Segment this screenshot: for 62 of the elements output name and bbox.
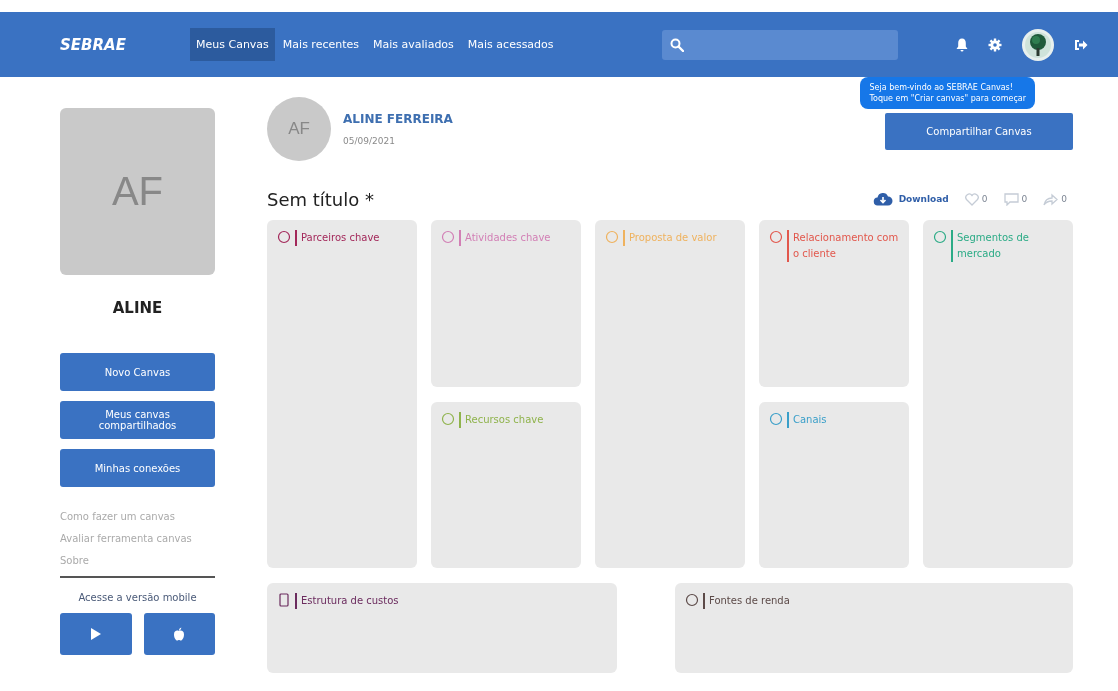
block-icon [685, 593, 699, 607]
block-icon [933, 230, 947, 244]
sidebar-button[interactable]: Novo Canvas [60, 353, 215, 391]
block-title: Atividades chave [465, 231, 551, 245]
like-button[interactable]: 0 [964, 192, 988, 206]
settings-icon[interactable] [988, 37, 1002, 52]
comment-button[interactable]: 0 [1003, 192, 1028, 206]
block-title: Relacionamento com o cliente [793, 231, 899, 261]
bell-icon[interactable] [956, 37, 968, 52]
search-icon [670, 37, 684, 52]
block-title: Fontes de renda [709, 594, 790, 608]
nav-tab[interactable]: Mais acessados [461, 28, 560, 61]
block-icon [769, 412, 783, 426]
author-name[interactable]: ALINE FERREIRA [343, 112, 453, 126]
share-count-button[interactable]: 0 [1043, 192, 1067, 206]
share-icon [1043, 192, 1059, 206]
heart-icon [964, 192, 979, 206]
canvas-block[interactable]: Relacionamento com o cliente [759, 220, 909, 387]
block-title: Segmentos de mercado [957, 231, 1030, 261]
app-store-button[interactable] [143, 613, 215, 655]
avatar: AF [60, 108, 215, 275]
block-title: Canais [793, 413, 827, 427]
block-title: Estrutura de custos [301, 594, 399, 608]
play-store-button[interactable] [60, 613, 132, 655]
sidebar-link[interactable]: Avaliar ferramenta canvas [60, 533, 215, 544]
play-icon [89, 627, 102, 641]
canvas-block[interactable]: Fontes de renda [675, 583, 1073, 673]
nav-tab[interactable]: Meus Canvas [190, 28, 275, 61]
block-icon [605, 230, 619, 244]
search-field[interactable] [662, 29, 898, 60]
block-icon [769, 230, 783, 244]
sidebar-link[interactable]: Sobre [60, 555, 215, 566]
sidebar-link[interactable]: Como fazer um canvas [60, 511, 215, 522]
block-icon [277, 230, 291, 244]
logout-icon[interactable] [1074, 38, 1088, 51]
apple-icon [173, 627, 186, 641]
block-icon [277, 593, 291, 607]
canvas-block[interactable]: Atividades chave [431, 220, 581, 387]
share-button[interactable]: Compartilhar Canvas [885, 113, 1073, 150]
user-name: ALINE [111, 299, 164, 317]
canvas-block[interactable]: Parceiros chave [267, 220, 417, 568]
mobile-label: Acesse a versão mobile [77, 592, 198, 603]
canvas-block[interactable]: Estrutura de custos [267, 583, 617, 673]
block-icon [441, 230, 455, 244]
author-avatar: AF [267, 97, 331, 161]
block-title: Parceiros chave [301, 231, 380, 245]
block-title: Recursos chave [465, 413, 544, 427]
nav-tab[interactable]: Mais avaliados [367, 28, 460, 61]
welcome-tooltip: Seja bem-vindo ao SEBRAE Canvas! Toque em "Criar canvas" para começar [860, 77, 1035, 109]
canvas-date: 05/09/2021 [343, 136, 396, 146]
canvas-block[interactable]: Canais [759, 402, 909, 568]
cloud-download-icon [872, 192, 893, 206]
sidebar-button[interactable]: Minhas conexões [60, 449, 215, 487]
canvas-block[interactable]: Segmentos de mercado [923, 220, 1073, 568]
block-title: Proposta de valor [629, 231, 717, 245]
nav-tab[interactable]: Mais recentes [276, 28, 365, 61]
comment-icon [1003, 192, 1019, 206]
logo[interactable]: SEBRAE [60, 35, 190, 54]
download-link[interactable]: Download [872, 192, 949, 206]
sidebar-button[interactable]: Meus canvas compartilhados [60, 401, 215, 439]
canvas-title: Sem título * [267, 188, 374, 210]
block-icon [441, 412, 455, 426]
